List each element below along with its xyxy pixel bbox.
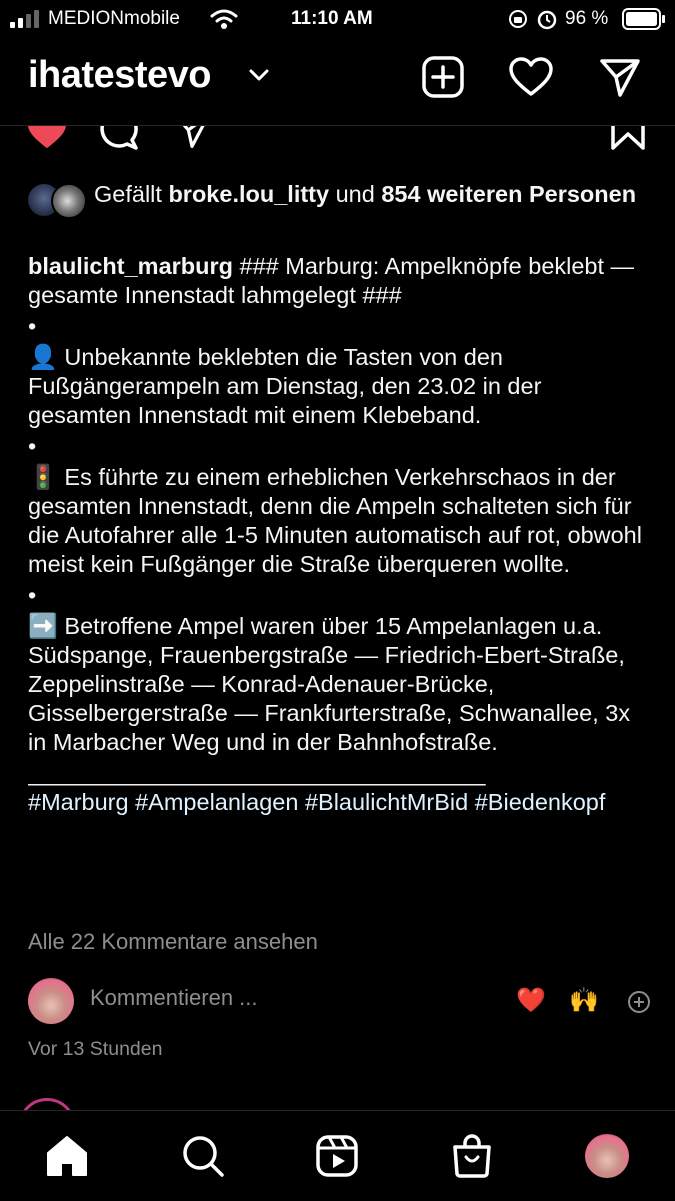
clock: 11:10 AM [291, 8, 373, 29]
quick-reaction-heart[interactable]: ❤️ [516, 986, 546, 1015]
chevron-down-icon[interactable] [248, 68, 270, 84]
search-icon [183, 1136, 224, 1177]
nav-search[interactable] [178, 1131, 228, 1181]
nav-home[interactable] [42, 1131, 92, 1181]
quick-reaction-raised-hands[interactable]: 🙌 [569, 986, 599, 1015]
caption-dot: • [28, 433, 37, 459]
arrow-emoji-icon: ➡️ [28, 613, 58, 640]
post-caption: blaulicht_marburg ### Marburg: Ampelknöp… [28, 252, 650, 817]
app-header: ihatestevo [0, 40, 675, 126]
heart-icon[interactable] [508, 56, 554, 98]
nav-reels[interactable] [312, 1131, 362, 1181]
post-actions [0, 126, 675, 156]
account-switcher[interactable]: ihatestevo [28, 54, 211, 97]
likes-count[interactable]: 854 weiteren Personen [381, 181, 636, 207]
battery-icon [622, 8, 665, 30]
view-all-comments-link[interactable]: Alle 22 Kommentare ansehen [28, 929, 318, 955]
caption-paragraph: 🚦 Es führte zu einem erheblichen Verkehr… [28, 464, 642, 577]
nav-shop[interactable] [447, 1131, 497, 1181]
signal-icon [10, 10, 39, 28]
carrier-name: MEDIONmobile [48, 8, 180, 29]
direct-message-icon[interactable] [598, 55, 642, 99]
person-emoji-icon: 👤 [28, 344, 58, 371]
add-emoji-icon[interactable] [627, 990, 651, 1014]
battery-percent: 96 % [565, 8, 609, 29]
bookmark-icon[interactable] [609, 126, 647, 152]
avatar [51, 183, 87, 219]
comment-icon[interactable] [98, 126, 140, 152]
alarm-icon [537, 10, 557, 30]
post-timestamp: Vor 13 Stunden [28, 1038, 163, 1060]
comment-input[interactable]: Kommentieren ... [90, 985, 258, 1011]
caption-separator: ___________________________________ [28, 760, 486, 786]
likes-summary[interactable]: Gefällt broke.lou_litty und 854 weiteren… [94, 180, 654, 209]
liked-heart-icon[interactable] [25, 126, 69, 152]
new-post-icon[interactable] [421, 55, 465, 99]
liker-avatars[interactable] [27, 183, 87, 219]
traffic-light-emoji-icon: 🚦 [28, 464, 58, 491]
share-icon[interactable] [172, 126, 212, 150]
liker-username[interactable]: broke.lou_litty [168, 181, 329, 207]
wifi-icon [210, 9, 238, 29]
caption-paragraph: 👤 Unbekannte beklebten die Tasten von de… [28, 344, 542, 428]
reels-icon [316, 1135, 358, 1177]
orientation-lock-icon [509, 10, 527, 28]
likes-middle: und [329, 181, 382, 207]
status-bar: MEDIONmobile 11:10 AM 96 % [0, 0, 675, 40]
home-icon [47, 1136, 87, 1176]
shop-icon [453, 1134, 491, 1178]
bottom-navigation [0, 1110, 675, 1201]
likes-prefix: Gefällt [94, 181, 169, 207]
caption-headline: blaulicht_marburg ### Marburg: Ampelknöp… [28, 253, 635, 308]
caption-dot: • [28, 582, 37, 608]
caption-paragraph: ➡️ Betroffene Ampel waren über 15 Ampela… [28, 613, 631, 755]
profile-avatar[interactable] [585, 1134, 629, 1178]
caption-dot: • [28, 313, 37, 339]
caption-hashtags[interactable]: #Marburg #Ampelanlagen #BlaulichtMrBid #… [28, 788, 650, 817]
own-avatar [28, 978, 74, 1024]
post-username[interactable]: blaulicht_marburg [28, 253, 233, 279]
